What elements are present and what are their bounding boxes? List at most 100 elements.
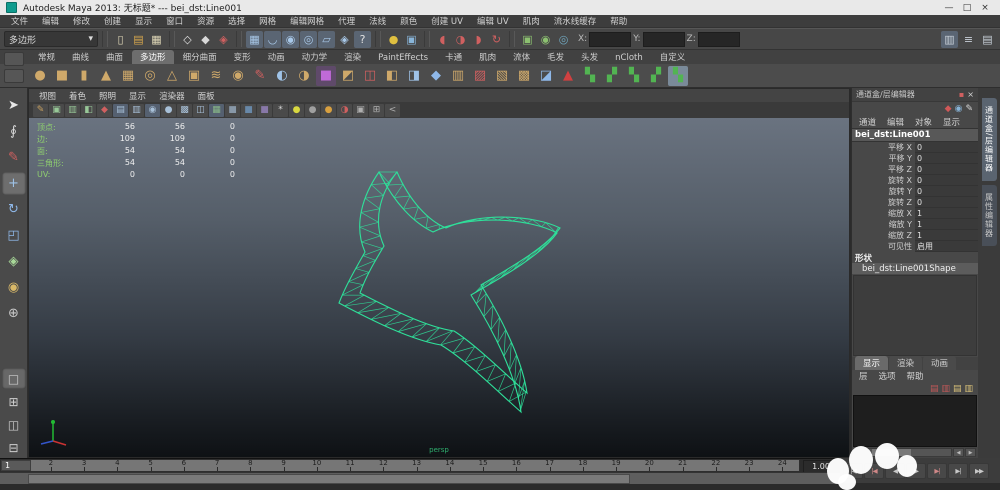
cut-faces-icon[interactable]: ▧ — [492, 66, 512, 86]
show-attribute-editor-icon[interactable]: ▤ — [979, 31, 996, 48]
step-forward-one-key-button[interactable]: ▶| — [927, 463, 947, 479]
channel-value-field[interactable]: 0 — [915, 175, 978, 186]
maximize-button[interactable]: □ — [958, 1, 976, 14]
shelf-menu-button[interactable] — [4, 69, 24, 83]
poly-pyramid-icon[interactable]: △ — [162, 66, 182, 86]
viewport-menu-item-3[interactable]: 显示 — [123, 90, 152, 102]
menu-item-2[interactable]: 修改 — [66, 15, 97, 27]
sidebar-vertical-tab-0[interactable]: 通道盒/层编辑器 — [982, 98, 997, 181]
poly-helix-icon[interactable]: ≋ — [206, 66, 226, 86]
show-tool-settings-icon[interactable]: ≡ — [960, 31, 977, 48]
channel-row-9[interactable]: 可见性 启用 — [852, 241, 978, 252]
create-layer-from-selected-icon[interactable]: ▥ — [941, 384, 950, 394]
timeline-frame-22[interactable]: 23 — [733, 460, 766, 471]
timeline-frame-16[interactable]: 17 — [533, 460, 566, 471]
layer-new-selected-icon[interactable]: ▥ — [964, 384, 973, 394]
layer-tab-1[interactable]: 渲染 — [889, 356, 922, 370]
y-coordinate-input[interactable] — [643, 32, 685, 47]
shelf-prev-arrow[interactable] — [4, 52, 24, 66]
create-empty-layer-icon[interactable]: ▤ — [930, 384, 939, 394]
gate-mask-icon[interactable]: ▣ — [353, 104, 368, 117]
uv-automatic-mapping-icon[interactable]: ▚ — [624, 66, 644, 86]
status-group-separator[interactable] — [236, 31, 242, 47]
range-slider[interactable] — [0, 472, 840, 484]
current-frame-indicator[interactable]: 1 — [1, 460, 31, 471]
menu-item-5[interactable]: 窗口 — [159, 15, 190, 27]
timeline-frame-12[interactable]: 13 — [400, 460, 433, 471]
move-tool[interactable]: + — [2, 172, 26, 195]
sidebar-vertical-tab-1[interactable]: 属性编辑器 — [982, 185, 997, 246]
menu-item-13[interactable]: 创建 UV — [424, 15, 470, 27]
input-output-connections-icon[interactable]: ◑ — [452, 31, 469, 48]
ambient-light-icon[interactable]: ● — [321, 104, 336, 117]
channel-row-0[interactable]: 平移 X 0 — [852, 142, 978, 153]
channel-row-6[interactable]: 缩放 X 1 — [852, 208, 978, 219]
layer-new-icon[interactable]: ▤ — [953, 384, 962, 394]
split-polygon-icon[interactable]: ◆ — [426, 66, 446, 86]
xray-display-icon[interactable]: ◫ — [193, 104, 208, 117]
camera-select-icon[interactable]: ▣ — [49, 104, 64, 117]
channel-box-menu-item-0[interactable]: 通道 — [854, 116, 881, 128]
insert-edge-loop-icon[interactable]: ▥ — [448, 66, 468, 86]
quick-help-icon[interactable]: ? — [354, 31, 371, 48]
grease-pencil-icon[interactable]: ✎ — [33, 104, 48, 117]
shelf-tab-3[interactable]: 多边形 — [132, 50, 174, 64]
uv-texture-editor-icon[interactable]: ▚ — [668, 66, 688, 86]
shelf-tab-2[interactable]: 曲面 — [98, 50, 131, 64]
menu-item-10[interactable]: 代理 — [331, 15, 362, 27]
use-default-material-icon[interactable]: ● — [161, 104, 176, 117]
timeline-frame-2[interactable]: 3 — [68, 460, 101, 471]
poly-cylinder-icon[interactable]: ▮ — [74, 66, 94, 86]
cube-map-icon[interactable]: ■ — [225, 104, 240, 117]
close-button[interactable]: × — [976, 1, 994, 14]
open-render-view-icon[interactable]: ▣ — [519, 31, 536, 48]
menu-item-7[interactable]: 选择 — [221, 15, 252, 27]
all-lights-icon[interactable]: ● — [305, 104, 320, 117]
poly-cone-icon[interactable]: ▲ — [96, 66, 116, 86]
status-group-separator[interactable] — [375, 31, 381, 47]
lock-selection-icon[interactable]: ● — [385, 31, 402, 48]
shelf-tab-16[interactable]: 自定义 — [652, 50, 694, 64]
channel-value-field[interactable]: 0 — [915, 197, 978, 208]
shelf-tab-12[interactable]: 流体 — [505, 50, 538, 64]
make-object-live-icon[interactable]: ◈ — [336, 31, 353, 48]
exposure-icon[interactable]: ◑ — [337, 104, 352, 117]
menu-item-16[interactable]: 流水线缓存 — [547, 15, 604, 27]
shaded-cube-icon[interactable]: ■ — [241, 104, 256, 117]
viewport-menu-item-4[interactable]: 渲染器 — [153, 90, 191, 102]
channel-row-2[interactable]: 平移 Z 0 — [852, 164, 978, 175]
menu-item-11[interactable]: 法线 — [362, 15, 393, 27]
channel-pencil-icon[interactable]: ✎ — [965, 104, 973, 114]
minimize-button[interactable]: — — [940, 1, 958, 14]
poly-torus-icon[interactable]: ◎ — [140, 66, 160, 86]
channel-box-menu-item-1[interactable]: 编辑 — [882, 116, 909, 128]
channel-value-field[interactable]: 0 — [915, 153, 978, 164]
append-polygon-icon[interactable]: ▨ — [470, 66, 490, 86]
timeline-frame-23[interactable]: 24 — [766, 460, 799, 471]
status-group-separator[interactable] — [509, 31, 515, 47]
poly-pipe-icon[interactable]: ▣ — [184, 66, 204, 86]
go-to-end-button[interactable]: ▶▶ — [969, 463, 989, 479]
shelf-tab-10[interactable]: 卡通 — [437, 50, 470, 64]
rotate-tool[interactable]: ↻ — [2, 198, 26, 221]
layer-tab-0[interactable]: 显示 — [855, 356, 888, 370]
snap-to-projected-center-icon[interactable]: ◎ — [300, 31, 317, 48]
timeline-frame-6[interactable]: 7 — [201, 460, 234, 471]
show-channel-box-icon[interactable]: ▥ — [941, 31, 958, 48]
layer-list[interactable] — [853, 395, 977, 447]
channel-value-field[interactable]: 1 — [915, 208, 978, 219]
shelf-tab-13[interactable]: 毛发 — [539, 50, 572, 64]
shelf-tab-6[interactable]: 动画 — [260, 50, 293, 64]
shelf-tab-0[interactable]: 常规 — [30, 50, 63, 64]
menu-item-4[interactable]: 显示 — [128, 15, 159, 27]
timeline-frame-3[interactable]: 4 — [101, 460, 134, 471]
construction-history-icon[interactable]: ↻ — [488, 31, 505, 48]
timeline-frame-15[interactable]: 16 — [500, 460, 533, 471]
step-forward-one-frame-button[interactable]: ▶| — [948, 463, 968, 479]
snap-to-curve-icon[interactable]: ◡ — [264, 31, 281, 48]
four-pane-layout-button[interactable]: ⊞ — [2, 391, 26, 412]
timeline-frame-14[interactable]: 15 — [467, 460, 500, 471]
viewport-menu-item-1[interactable]: 着色 — [63, 90, 92, 102]
snowflake-icon[interactable]: * — [273, 104, 288, 117]
shading-options-icon[interactable]: ▩ — [177, 104, 192, 117]
